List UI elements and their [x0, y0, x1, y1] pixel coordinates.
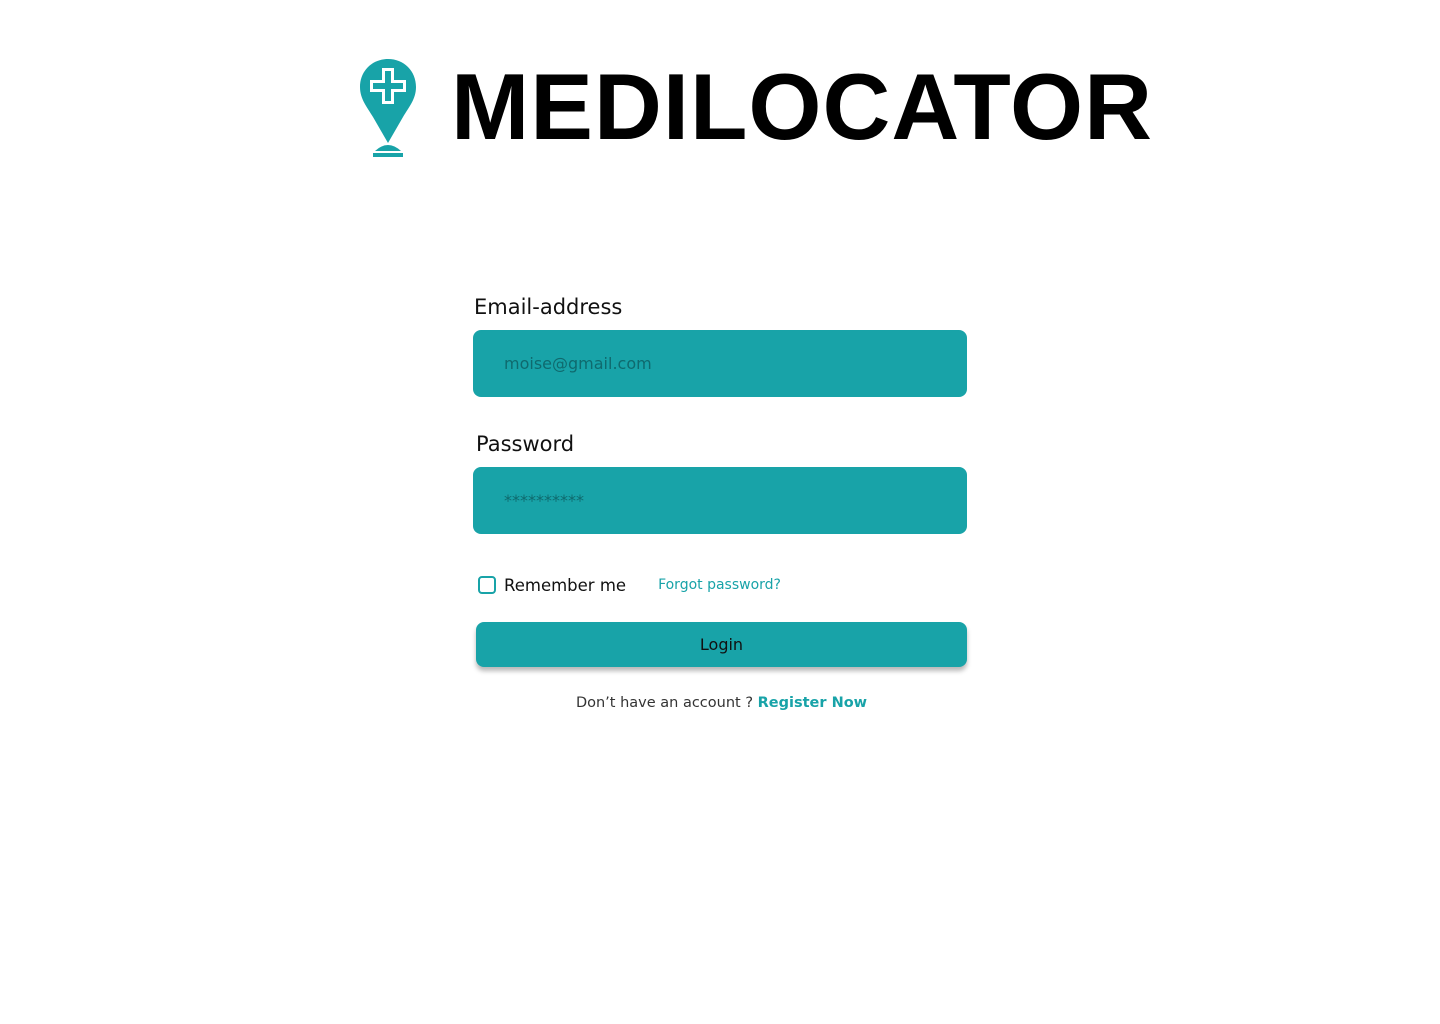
email-field-container[interactable]: [473, 330, 967, 397]
app-title: MEDILOCATOR: [451, 54, 1154, 159]
login-form: Email-address Password Remember me Forgo…: [473, 292, 967, 711]
password-label: Password: [476, 432, 575, 456]
remember-me-label[interactable]: Remember me: [504, 576, 626, 595]
register-now-link[interactable]: Register Now: [758, 695, 867, 711]
email-field[interactable]: [502, 353, 938, 374]
register-prompt: Don’t have an account ?: [575, 695, 758, 711]
forgot-password-link[interactable]: Forgot password?: [658, 577, 781, 593]
remember-me-checkbox[interactable]: [478, 576, 496, 594]
register-row: Don’t have an account ? Register Now: [476, 695, 967, 711]
medical-location-pin-icon: [360, 59, 416, 157]
login-page: MEDILOCATOR Email-address Password Remem…: [0, 0, 1440, 1024]
options-row: Remember me Forgot password?: [473, 572, 967, 598]
email-label: Email-address: [474, 295, 623, 319]
password-field-container[interactable]: [473, 467, 967, 534]
login-button[interactable]: Login: [476, 622, 967, 667]
brand-header: MEDILOCATOR: [355, 52, 1153, 162]
password-field[interactable]: [502, 490, 938, 511]
